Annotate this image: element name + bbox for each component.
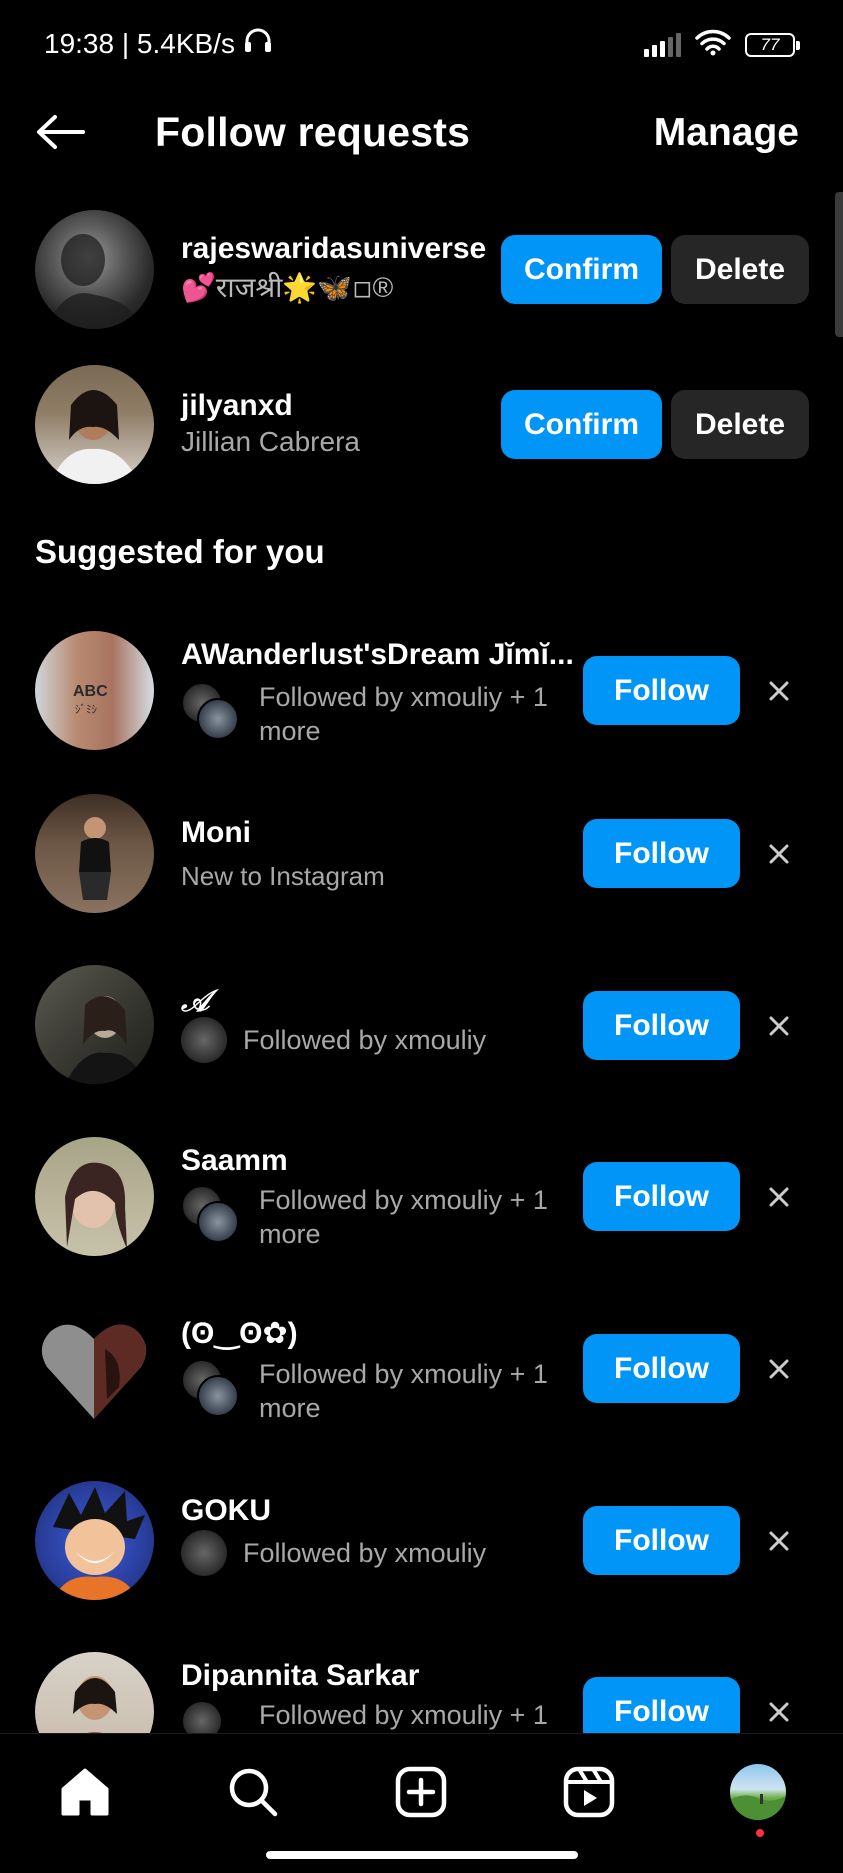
mutual-followers: Followed by xmouliy (181, 1530, 486, 1576)
nav-reels[interactable] (561, 1764, 617, 1820)
manage-button[interactable]: Manage (654, 111, 799, 155)
follow-button[interactable]: Follow (583, 1506, 740, 1575)
close-icon (769, 681, 789, 701)
request-username[interactable]: jilyanxd (181, 389, 293, 423)
close-icon (769, 844, 789, 864)
mutual-context-text: Followed by xmouliy + 1 more (259, 1185, 548, 1249)
avatar[interactable] (35, 794, 154, 913)
mutual-context-text: Followed by xmouliy (243, 1025, 487, 1055)
close-icon (769, 1187, 789, 1207)
suggested-name[interactable]: Dipannita Sarkar (181, 1659, 419, 1693)
status-bar: 19:38 | 5.4KB/s 77 (0, 0, 843, 90)
mutual-avatar (181, 1530, 227, 1576)
avatar[interactable] (35, 1137, 154, 1256)
mutual-followers: Followed by xmouliy + 1 more (181, 682, 559, 748)
profile-avatar (730, 1764, 786, 1820)
delete-button[interactable]: Delete (671, 390, 809, 459)
status-left: 19:38 | 5.4KB/s (44, 26, 273, 61)
mutual-context-text: Followed by xmouliy + 1 more (259, 682, 548, 746)
suggested-name[interactable]: AWanderlust'sDream Jĭmĭ... (181, 638, 574, 672)
mutual-context-text: Followed by xmouliy + 1 more (259, 1359, 548, 1423)
mutual-followers: Followed by xmouliy + 1 more (181, 1359, 559, 1425)
mutual-context-text: Followed by xmouliy + 1 (259, 1700, 548, 1730)
avatar[interactable]: ABC ｼﾞﾐｼ (35, 631, 154, 750)
request-username[interactable]: rajeswaridasuniverse (181, 232, 486, 266)
bottom-nav (0, 1733, 843, 1873)
nav-search[interactable] (225, 1764, 281, 1820)
suggested-name[interactable]: (ʘ‿ʘ✿) (181, 1316, 298, 1351)
status-time-speed: 19:38 | 5.4KB/s (44, 27, 235, 59)
signal-icon (644, 32, 681, 57)
avatar[interactable] (35, 365, 154, 484)
home-indicator[interactable] (266, 1851, 578, 1859)
svg-text:ABC: ABC (73, 683, 108, 700)
page-title: Follow requests (155, 109, 471, 155)
dismiss-button[interactable] (762, 1524, 796, 1558)
back-button[interactable] (30, 107, 90, 157)
close-icon (769, 1359, 789, 1379)
home-icon (61, 1768, 109, 1816)
suggested-name[interactable]: Moni (181, 816, 251, 850)
mutual-avatars (181, 1185, 241, 1245)
dismiss-button[interactable] (762, 837, 796, 871)
wifi-icon (695, 28, 731, 61)
close-icon (769, 1702, 789, 1722)
dismiss-button[interactable] (762, 674, 796, 708)
confirm-button[interactable]: Confirm (501, 390, 662, 459)
follow-button[interactable]: Follow (583, 1334, 740, 1403)
mutual-followers: Followed by xmouliy + 1 more (181, 1185, 559, 1251)
suggested-name[interactable]: GOKU (181, 1494, 271, 1528)
headphones-icon (243, 26, 273, 61)
reels-icon (563, 1766, 615, 1818)
request-fullname: Jillian Cabrera (181, 426, 360, 457)
create-icon (395, 1766, 447, 1818)
follow-button[interactable]: Follow (583, 1162, 740, 1231)
close-icon (769, 1016, 789, 1036)
suggested-name[interactable]: Saamm (181, 1144, 288, 1178)
dismiss-button[interactable] (762, 1009, 796, 1043)
battery-icon: 77 (745, 32, 800, 57)
suggested-name[interactable]: 𝒜 (181, 985, 209, 1019)
avatar[interactable] (35, 1309, 154, 1428)
confirm-button[interactable]: Confirm (501, 235, 662, 304)
nav-home[interactable] (57, 1764, 113, 1820)
dismiss-button[interactable] (762, 1352, 796, 1386)
mutual-context-text: Followed by xmouliy (243, 1538, 487, 1568)
header: Follow requests Manage (0, 95, 843, 175)
close-icon (769, 1531, 789, 1551)
follow-button[interactable]: Follow (583, 656, 740, 725)
nav-profile[interactable] (730, 1764, 786, 1820)
svg-text:ｼﾞﾐｼ: ｼﾞﾐｼ (75, 703, 97, 716)
dismiss-button[interactable] (762, 1180, 796, 1214)
request-fullname: 💕राजश्री🌟🦋◽® (181, 272, 394, 303)
suggested-section-title: Suggested for you (35, 533, 325, 570)
notification-dot (756, 1829, 764, 1837)
scrollbar[interactable] (835, 192, 843, 337)
avatar[interactable] (35, 1481, 154, 1600)
search-icon (229, 1768, 278, 1817)
follow-button[interactable]: Follow (583, 991, 740, 1060)
mutual-followers: Followed by xmouliy (181, 1017, 486, 1063)
suggested-context: New to Instagram (181, 861, 385, 891)
mutual-avatar (181, 1017, 227, 1063)
battery-level: 77 (760, 34, 780, 54)
avatar[interactable] (35, 965, 154, 1084)
follow-button[interactable]: Follow (583, 819, 740, 888)
dismiss-button[interactable] (762, 1695, 796, 1729)
back-arrow-icon (37, 115, 85, 149)
delete-button[interactable]: Delete (671, 235, 809, 304)
mutual-avatars (181, 682, 241, 742)
status-right: 77 (644, 28, 800, 61)
avatar[interactable] (35, 210, 154, 329)
mutual-avatars (181, 1359, 241, 1419)
nav-create[interactable] (393, 1764, 449, 1820)
